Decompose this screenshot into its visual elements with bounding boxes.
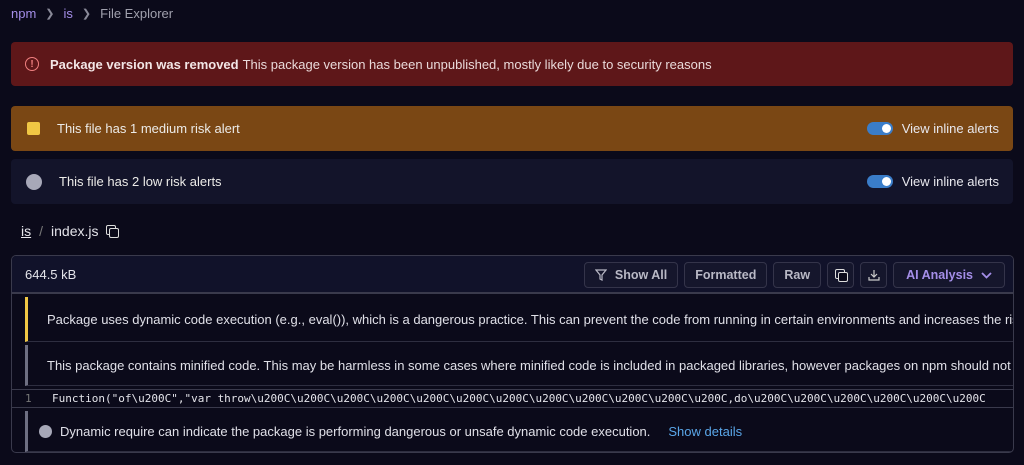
medium-risk-banner: This file has 1 medium risk alert View i… [11,106,1013,151]
chevron-right-icon: ❯ [81,8,92,20]
file-path-file: index.js [51,223,99,239]
banner-title: Package version was removed [50,56,239,72]
file-path-dir[interactable]: is [21,223,31,239]
alert-circle-icon: ! [25,57,39,71]
inline-alert-medium: Package uses dynamic code execution (e.g… [25,297,1013,342]
file-viewer-header: 644.5 kB Show All Formatted Raw AI Analy… [12,256,1013,294]
chevron-down-icon [981,271,992,279]
breadcrumb: npm ❯ is ❯ File Explorer [11,6,173,21]
filter-icon [594,269,607,281]
medium-risk-text: This file has 1 medium risk alert [57,121,240,136]
toggle-switch[interactable] [866,175,893,188]
inline-alert-low: This package contains minified code. Thi… [25,345,1013,386]
formatted-button[interactable]: Formatted [684,262,768,288]
show-all-button[interactable]: Show All [583,262,679,288]
low-risk-icon [26,173,42,190]
file-size: 644.5 kB [25,266,77,282]
toggle-label: View inline alerts [901,174,999,189]
view-inline-alerts-toggle-low[interactable]: View inline alerts [866,174,999,189]
alert-text: Package uses dynamic code execution (e.g… [47,311,1013,327]
low-risk-banner: This file has 2 low risk alerts View inl… [11,159,1013,204]
show-all-label: Show All [614,268,668,282]
show-details-link[interactable]: Show details [668,424,742,439]
copy-icon [834,269,848,282]
banner-message: This package version has been unpublishe… [242,56,712,72]
download-icon [867,270,880,281]
raw-button[interactable]: Raw [773,262,822,288]
path-separator: / [39,223,44,239]
chevron-right-icon: ❯ [45,8,55,20]
alert-text: Dynamic require can indicate the package… [60,423,651,439]
inline-alert-low: Dynamic require can indicate the package… [25,411,1013,452]
file-path: is / index.js [21,223,120,239]
ai-analysis-dropdown[interactable]: AI Analysis [893,262,1005,288]
ai-analysis-label: AI Analysis [906,268,973,282]
copy-file-button[interactable] [827,262,855,288]
low-risk-text: This file has 2 low risk alerts [59,174,222,189]
copy-icon[interactable] [106,225,120,238]
toggle-switch[interactable] [866,122,893,135]
code-line: 1 Function("of\u200C","var throw\u200C\u… [12,389,1013,408]
breadcrumb-current: File Explorer [100,6,174,21]
toggle-label: View inline alerts [901,121,999,136]
view-inline-alerts-toggle-medium[interactable]: View inline alerts [866,121,999,136]
breadcrumb-npm[interactable]: npm [11,6,36,21]
breadcrumb-is[interactable]: is [64,6,73,21]
code-text: Function("of\u200C","var throw\u200C\u20… [52,392,986,405]
file-viewer: 644.5 kB Show All Formatted Raw AI Analy… [11,255,1014,453]
alert-text: This package contains minified code. Thi… [47,357,1013,373]
line-number: 1 [25,392,32,405]
low-risk-icon [39,424,52,438]
medium-risk-icon [27,122,40,135]
removed-banner: ! Package version was removed This packa… [11,42,1013,86]
download-button[interactable] [860,262,888,288]
